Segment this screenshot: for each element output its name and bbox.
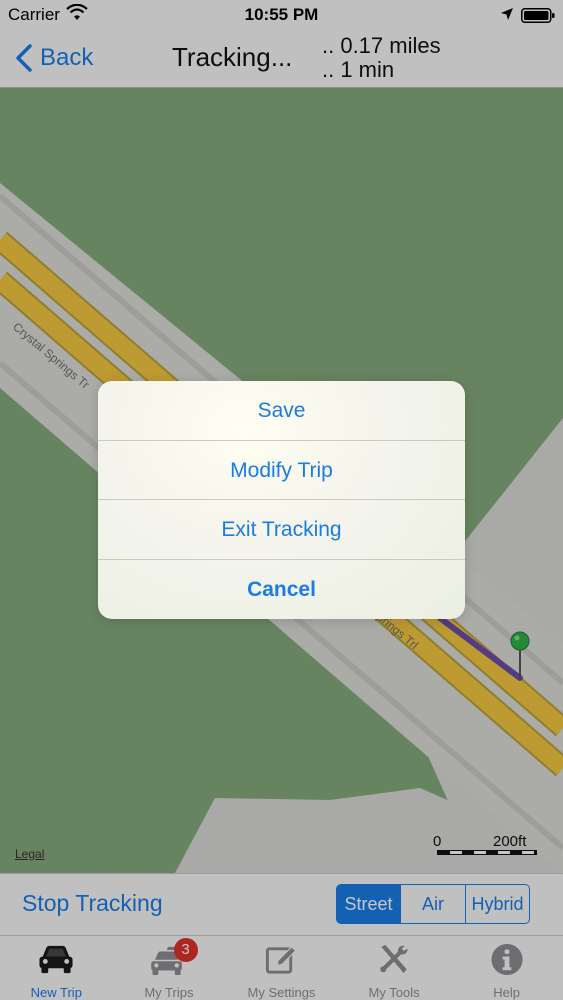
cancel-button[interactable]: Cancel <box>98 560 465 620</box>
save-button[interactable]: Save <box>98 381 465 441</box>
action-sheet: Save Modify Trip Exit Tracking Cancel <box>98 381 465 619</box>
exit-tracking-button[interactable]: Exit Tracking <box>98 500 465 560</box>
modify-trip-button[interactable]: Modify Trip <box>98 441 465 500</box>
